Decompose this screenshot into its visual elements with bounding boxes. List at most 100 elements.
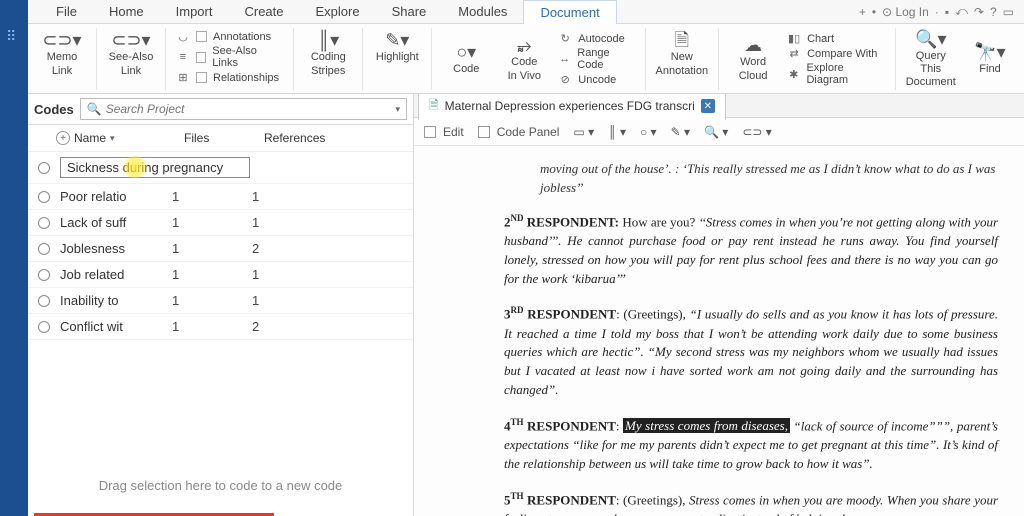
annotations-toggle[interactable]: ◡Annotations — [176, 30, 283, 43]
diagram-icon: ✱ — [787, 68, 800, 81]
menu-explore[interactable]: Explore — [300, 0, 376, 23]
highlight-dropdown[interactable]: ✎ ▾ — [671, 125, 690, 139]
document-tab[interactable]: 🗎 Maternal Depression experiences FDG tr… — [418, 94, 726, 120]
code-row[interactable]: Inability to11 — [28, 288, 413, 314]
add-code-icon[interactable]: + — [56, 131, 70, 145]
code-group: ↻Autocode ↔Range Code ⊘Uncode — [558, 32, 634, 86]
code-files: 1 — [172, 215, 252, 230]
code-name-input[interactable]: Sickness during pregnancy — [60, 157, 250, 178]
note-icon: 🗎 — [675, 30, 689, 50]
plus-icon[interactable]: + — [859, 5, 866, 19]
code-marker-icon — [38, 217, 50, 229]
explore-diagram-button[interactable]: ✱Explore Diagram — [787, 62, 884, 86]
document-pane: 🗎 Maternal Depression experiences FDG tr… — [414, 94, 1024, 516]
relationships-toggle[interactable]: ⊞Relationships — [176, 71, 283, 84]
code-name: Job related — [60, 267, 172, 282]
respondent-2: 2ND RESPONDENT: How are you? ‘‘Stress co… — [504, 212, 998, 289]
redo-icon[interactable]: ↷ — [974, 5, 984, 19]
code-row[interactable]: Job related11 — [28, 262, 413, 288]
code-files: 1 — [172, 293, 252, 308]
code-refs: 1 — [252, 215, 405, 230]
code-dropdown[interactable]: ○ ▾ — [640, 125, 657, 139]
col-files[interactable]: Files — [184, 131, 264, 145]
layout-dropdown[interactable]: ▭ ▾ — [573, 125, 594, 139]
code-files: 1 — [172, 189, 252, 204]
word-cloud-button[interactable]: ☁WordCloud — [729, 35, 777, 82]
menu-document[interactable]: Document — [523, 0, 616, 25]
compare-with-button[interactable]: ⇄Compare With — [787, 47, 884, 60]
help-icon[interactable]: ? — [990, 5, 997, 19]
code-row[interactable]: Lack of suff11 — [28, 210, 413, 236]
list-icon: ≡ — [176, 51, 190, 63]
menu-modules[interactable]: Modules — [442, 0, 523, 23]
col-name[interactable]: Name ▾ — [74, 131, 184, 145]
code-name: Poor relatio — [60, 189, 172, 204]
respondent-5: 5TH RESPONDENT: (Greetings), Stress come… — [504, 490, 998, 516]
chat-icon[interactable]: ▭ — [1003, 5, 1014, 19]
search-project[interactable]: 🔍 ▾ — [80, 98, 407, 120]
document-body[interactable]: moving out of the house’. : ‘This really… — [414, 146, 1024, 516]
undo-icon[interactable]: ⤺ — [955, 4, 968, 19]
highlighted-text[interactable]: My stress comes from diseases, — [623, 418, 790, 433]
code-marker-icon — [38, 269, 50, 281]
coding-stripes-button[interactable]: ║▾CodingStripes — [304, 30, 352, 77]
menu-import[interactable]: Import — [160, 0, 229, 23]
zoom-icon: 🔍▾ — [915, 29, 946, 49]
sep-icon: · — [935, 5, 939, 19]
code-row[interactable]: Conflict wit12 — [28, 314, 413, 340]
link-icon: ⊂⊃▾ — [111, 30, 150, 50]
zoom-dropdown[interactable]: 🔍 ▾ — [704, 125, 728, 139]
code-marker-icon — [38, 321, 50, 333]
auto-icon: ↻ — [558, 32, 572, 45]
chevron-down-icon[interactable]: ▾ — [395, 104, 400, 115]
stripes-dropdown[interactable]: ║ ▾ — [608, 125, 626, 139]
code-row[interactable]: Joblesness12 — [28, 236, 413, 262]
sort-down-icon: ▾ — [110, 133, 115, 144]
query-this-document-button[interactable]: 🔍▾Query ThisDocument — [906, 29, 956, 89]
stripes-icon: ║▾ — [317, 30, 339, 50]
cloud-icon: ☁ — [744, 35, 762, 55]
uncode-icon: ⊘ — [558, 73, 572, 86]
menu-create[interactable]: Create — [228, 0, 299, 23]
range-code-button[interactable]: ↔Range Code — [558, 47, 634, 71]
code-refs: 1 — [252, 267, 405, 282]
code-files: 1 — [172, 241, 252, 256]
code-marker-icon — [38, 162, 50, 174]
code-button[interactable]: ○▾Code — [442, 42, 490, 76]
text-fragment: moving out of the house’. : ‘This really… — [540, 160, 998, 198]
compare-icon: ⇄ — [787, 47, 801, 60]
code-name: Lack of suff — [60, 215, 172, 230]
see-also-link-button[interactable]: ⊂⊃▾See-AlsoLink — [107, 30, 155, 77]
uncode-button[interactable]: ⊘Uncode — [558, 73, 634, 86]
code-name: Joblesness — [60, 241, 172, 256]
code-name: Inability to — [60, 293, 172, 308]
app-grip-icon: ⠿ — [6, 28, 17, 45]
code-panel-toggle[interactable]: Code Panel — [478, 125, 560, 139]
highlight-button[interactable]: ✎▾Highlight — [373, 30, 421, 64]
save-icon[interactable]: ▪ — [945, 5, 949, 19]
menu-bar: File Home Import Create Explore Share Mo… — [28, 0, 1024, 24]
login-link[interactable]: ⊙ Log In — [882, 5, 929, 19]
col-references[interactable]: References — [264, 131, 405, 145]
see-also-links-toggle[interactable]: ≡See-Also Links — [176, 45, 283, 69]
code-row-editing[interactable]: Sickness during pregnancy — [28, 152, 413, 184]
memo-link-button[interactable]: ⊂⊃▾MemoLink — [38, 30, 86, 77]
grid-icon: ⊞ — [176, 71, 190, 84]
new-annotation-button[interactable]: 🗎NewAnnotation — [656, 30, 709, 77]
chart-button[interactable]: ▮▯Chart — [787, 32, 884, 45]
menu-share[interactable]: Share — [376, 0, 443, 23]
codes-list: Sickness during pregnancy Poor relatio11… — [28, 152, 413, 438]
code-row[interactable]: Poor relatio11 — [28, 184, 413, 210]
search-input[interactable] — [106, 102, 396, 116]
edit-toggle[interactable]: Edit — [424, 125, 464, 139]
code-name: Conflict wit — [60, 319, 172, 334]
codes-columns-header: + Name ▾ Files References — [28, 125, 413, 152]
link-dropdown[interactable]: ⊂⊃ ▾ — [742, 125, 771, 139]
find-button[interactable]: 🔭▾Find — [966, 42, 1014, 76]
autocode-button[interactable]: ↻Autocode — [558, 32, 634, 45]
code-files: 1 — [172, 267, 252, 282]
menu-home[interactable]: Home — [93, 0, 160, 23]
menu-file[interactable]: File — [40, 0, 93, 23]
close-tab-button[interactable]: ✕ — [701, 99, 715, 113]
code-in-vivo-button[interactable]: ⥵CodeIn Vivo — [500, 35, 548, 82]
